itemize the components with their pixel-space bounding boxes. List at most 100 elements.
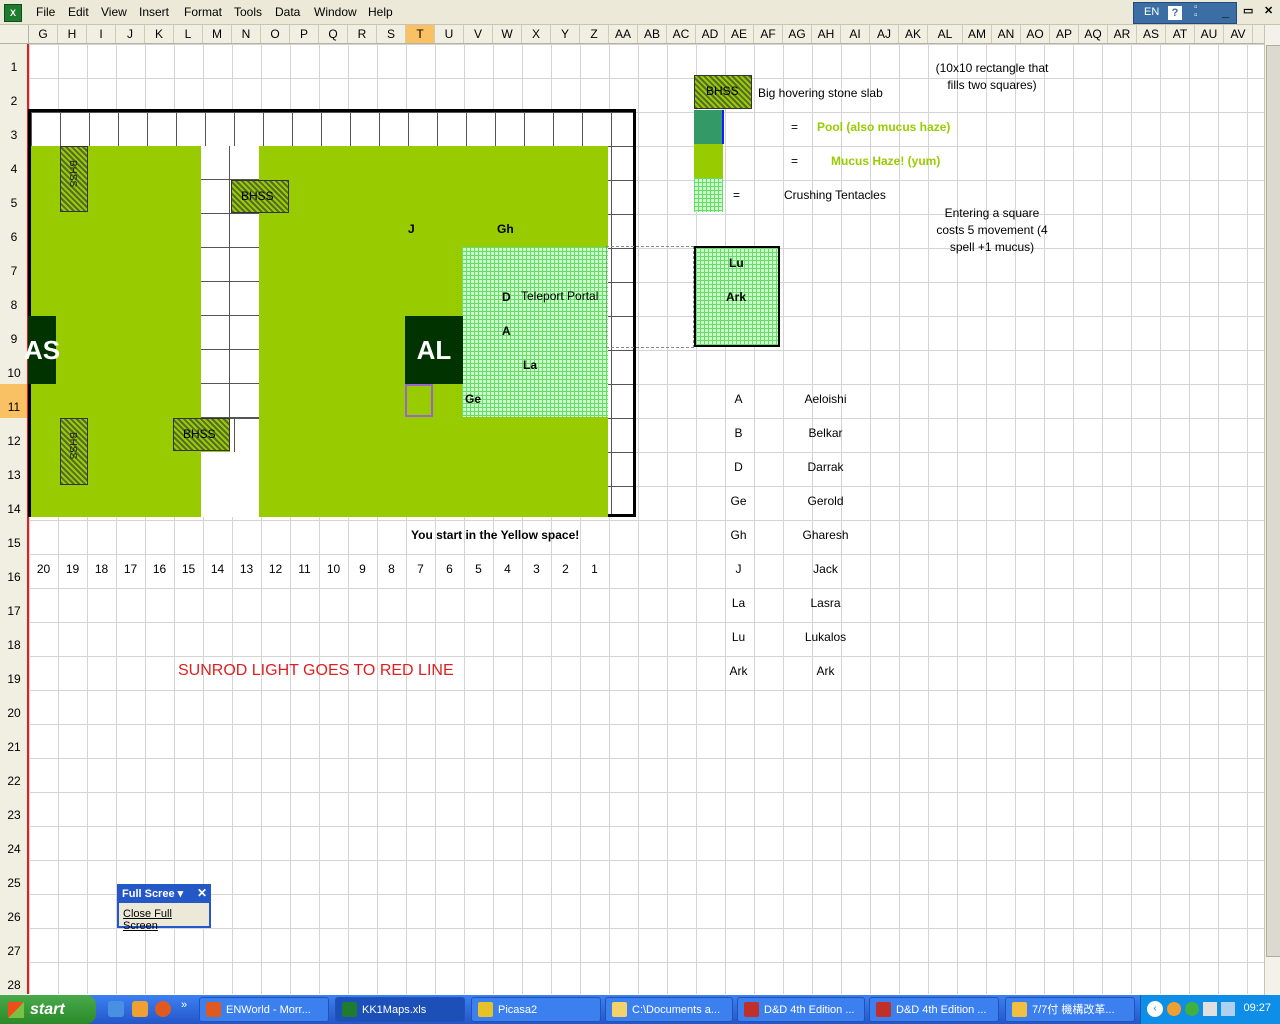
row-header-19[interactable]: 19: [0, 656, 28, 690]
row-header-7[interactable]: 7: [0, 248, 28, 282]
row-header-14[interactable]: 14: [0, 486, 28, 520]
column-header-z[interactable]: Z: [580, 25, 609, 43]
column-header-av[interactable]: AV: [1224, 25, 1253, 43]
vertical-scrollbar[interactable]: [1264, 25, 1280, 995]
column-header-n[interactable]: N: [232, 25, 261, 43]
token-al[interactable]: AL: [405, 316, 463, 384]
menu-format[interactable]: Format: [184, 5, 222, 19]
token-ge[interactable]: Ge: [465, 392, 481, 406]
row-header-13[interactable]: 13: [0, 452, 28, 486]
tray-volume-icon[interactable]: [1221, 1002, 1235, 1016]
token-j[interactable]: J: [408, 222, 415, 236]
column-header-ai[interactable]: AI: [841, 25, 870, 43]
row-header-26[interactable]: 26: [0, 894, 28, 928]
tray-app-icon[interactable]: [1185, 1002, 1199, 1016]
chevron-icon[interactable]: »: [181, 999, 187, 1011]
row-header-1[interactable]: 1: [0, 44, 28, 78]
select-all-corner[interactable]: [0, 25, 29, 43]
row-header-3[interactable]: 3: [0, 112, 28, 146]
firefox-icon[interactable]: [155, 1001, 171, 1017]
column-header-h[interactable]: H: [58, 25, 87, 43]
close-button[interactable]: ✕: [1264, 4, 1273, 17]
language-indicator[interactable]: EN: [1144, 6, 1159, 18]
quicklaunch-icon[interactable]: [132, 1001, 148, 1017]
row-header-16[interactable]: 16: [0, 554, 28, 588]
column-header-at[interactable]: AT: [1166, 25, 1195, 43]
row-header-24[interactable]: 24: [0, 826, 28, 860]
column-header-an[interactable]: AN: [992, 25, 1021, 43]
column-header-ar[interactable]: AR: [1108, 25, 1137, 43]
row-header-11[interactable]: 11: [0, 384, 28, 418]
column-header-ag[interactable]: AG: [783, 25, 812, 43]
row-header-22[interactable]: 22: [0, 758, 28, 792]
token-d[interactable]: D: [502, 290, 511, 304]
column-header-o[interactable]: O: [261, 25, 290, 43]
column-header-m[interactable]: M: [203, 25, 232, 43]
column-header-w[interactable]: W: [493, 25, 522, 43]
show-desktop-icon[interactable]: [108, 1001, 124, 1017]
column-header-ao[interactable]: AO: [1021, 25, 1050, 43]
tray-clock-icon[interactable]: [1167, 1002, 1181, 1016]
menu-view[interactable]: View: [101, 5, 127, 19]
row-header-17[interactable]: 17: [0, 588, 28, 622]
menu-tools[interactable]: Tools: [234, 5, 262, 19]
tray-back-icon[interactable]: ‹: [1147, 1001, 1163, 1017]
column-header-v[interactable]: V: [464, 25, 493, 43]
token-la[interactable]: La: [523, 358, 537, 372]
token-ark[interactable]: Ark: [726, 290, 746, 304]
menu-edit[interactable]: Edit: [68, 5, 89, 19]
column-header-r[interactable]: R: [348, 25, 377, 43]
help-icon[interactable]: ?: [1168, 6, 1182, 20]
close-full-screen-button[interactable]: Close Full Screen: [123, 908, 209, 932]
menu-insert[interactable]: Insert: [139, 5, 169, 19]
column-header-j[interactable]: J: [116, 25, 145, 43]
menu-file[interactable]: File: [36, 5, 55, 19]
scroll-thumb[interactable]: [1266, 45, 1280, 957]
column-header-ae[interactable]: AE: [725, 25, 754, 43]
row-header-15[interactable]: 15: [0, 520, 28, 554]
row-header-23[interactable]: 23: [0, 792, 28, 826]
column-header-as[interactable]: AS: [1137, 25, 1166, 43]
token-as[interactable]: AS: [24, 316, 60, 384]
restore-button[interactable]: ▭: [1243, 4, 1253, 17]
task-outlook[interactable]: 7/7付 機構改革...: [1005, 997, 1135, 1022]
tray-network-icon[interactable]: [1203, 1002, 1217, 1016]
column-header-am[interactable]: AM: [963, 25, 992, 43]
column-header-aq[interactable]: AQ: [1079, 25, 1108, 43]
column-header-t[interactable]: T: [406, 25, 435, 43]
row-header-20[interactable]: 20: [0, 690, 28, 724]
row-header-18[interactable]: 18: [0, 622, 28, 656]
column-header-ab[interactable]: AB: [638, 25, 667, 43]
task-picasa[interactable]: Picasa2: [471, 997, 601, 1022]
column-header-q[interactable]: Q: [319, 25, 348, 43]
menu-data[interactable]: Data: [275, 5, 300, 19]
column-header-i[interactable]: I: [87, 25, 116, 43]
row-header-12[interactable]: 12: [0, 418, 28, 452]
start-button[interactable]: start: [0, 995, 96, 1024]
task-enworld[interactable]: ENWorld - Morr...: [199, 997, 329, 1022]
column-header-aa[interactable]: AA: [609, 25, 638, 43]
row-header-5[interactable]: 5: [0, 180, 28, 214]
column-header-af[interactable]: AF: [754, 25, 783, 43]
column-header-aj[interactable]: AJ: [870, 25, 899, 43]
token-lu[interactable]: Lu: [729, 256, 744, 270]
row-header-21[interactable]: 21: [0, 724, 28, 758]
excel-icon[interactable]: X: [4, 4, 22, 22]
column-header-y[interactable]: Y: [551, 25, 580, 43]
task-documents[interactable]: C:\Documents a...: [605, 997, 733, 1022]
column-header-k[interactable]: K: [145, 25, 174, 43]
restore-bar-icon[interactable]: ▫ ▫: [1194, 3, 1198, 21]
task-kk1maps[interactable]: KK1Maps.xls: [335, 997, 465, 1022]
row-header-6[interactable]: 6: [0, 214, 28, 248]
row-header-8[interactable]: 8: [0, 282, 28, 316]
column-header-s[interactable]: S: [377, 25, 406, 43]
row-header-25[interactable]: 25: [0, 860, 28, 894]
row-header-28[interactable]: 28: [0, 962, 28, 996]
close-icon[interactable]: ✕: [197, 886, 207, 900]
column-header-au[interactable]: AU: [1195, 25, 1224, 43]
row-header-2[interactable]: 2: [0, 78, 28, 112]
column-header-u[interactable]: U: [435, 25, 464, 43]
fullscreen-toolbar[interactable]: Full Scree ▾ ✕ Close Full Screen: [117, 884, 211, 932]
menu-window[interactable]: Window: [314, 5, 357, 19]
fullscreen-toolbar-title[interactable]: Full Scree ▾: [119, 886, 209, 903]
